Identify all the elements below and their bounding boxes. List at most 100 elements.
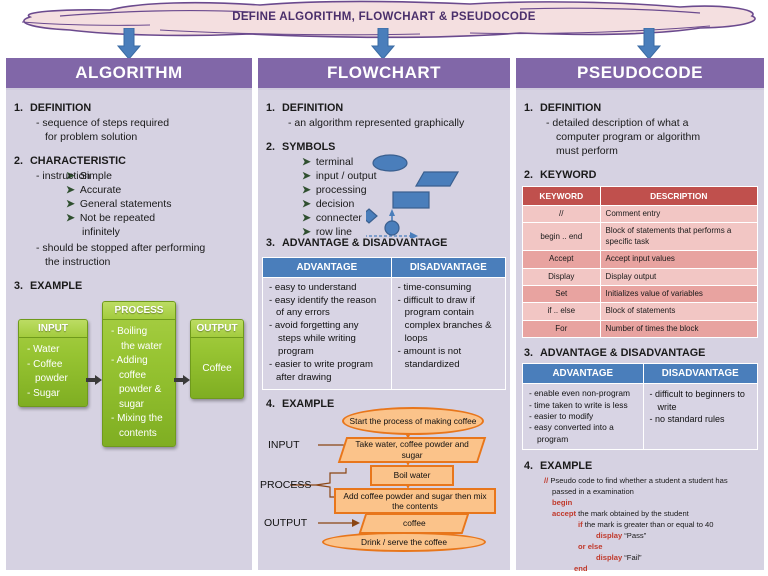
table-header-disadvantage: DISADVANTAGE xyxy=(390,256,507,278)
green-box-output: OUTPUT Coffee xyxy=(190,319,244,400)
flowchart-body: 1. DEFINITION - an algorithm represented … xyxy=(258,90,510,251)
code-line: display “Pass” xyxy=(596,531,647,541)
code-line: display “Fail” xyxy=(596,553,642,563)
row-line-arrow-head xyxy=(410,232,418,239)
algorithm-characteristic-lead: - instruction xyxy=(36,170,91,183)
code-line: passed in a examination xyxy=(552,487,634,497)
pseudocode-section-example: 4. EXAMPLE xyxy=(524,460,593,473)
column-header-flowchart: FLOWCHART xyxy=(258,58,510,90)
keyword-table-header-keyword: KEYWORD xyxy=(522,186,601,207)
list-item: ➤ Accurate xyxy=(66,183,122,196)
flowchart-section-symbols: 2. SYMBOLS xyxy=(266,141,336,154)
green-box-process-caption: PROCESS xyxy=(103,302,175,321)
chevron-right-icon: ➤ xyxy=(302,184,311,197)
table-row: if .. else Block of statements xyxy=(522,302,759,321)
flowchart-label-output: OUTPUT xyxy=(264,517,308,530)
pseudocode-section-definition: 1. DEFINITION xyxy=(524,102,602,114)
green-box-output-caption: OUTPUT xyxy=(191,320,243,339)
table-row: Display Display output xyxy=(522,267,759,287)
algorithm-example-diagram: INPUT - Water - Coffee powder - Sugar PR… xyxy=(6,297,252,497)
arrow-down-algorithm xyxy=(116,28,142,60)
algorithm-section-example: 3. EXAMPLE xyxy=(14,280,83,293)
algorithm-section-characteristic: 2. CHARACTERISTIC xyxy=(14,154,126,167)
pseudocode-section-keyword: 2. KEYWORD xyxy=(524,168,597,181)
flowchart-label-input: INPUT xyxy=(268,439,300,452)
pseudocode-definition-line-3: must perform xyxy=(556,144,618,157)
algorithm-characteristic-tail-1: - should be stopped after performing xyxy=(36,242,206,255)
table-cell-disadvantage: - difficult to beginners to write - no s… xyxy=(642,383,758,451)
flowchart-symbol-glyphs xyxy=(366,154,460,239)
flowchart-node-coffee: coffee xyxy=(358,513,470,535)
flowchart-node-take-water: Take water, coffee powder and sugar xyxy=(337,437,487,464)
flowchart-node-add-coffee: Add coffee powder and sugar then mix the… xyxy=(334,488,496,515)
green-box-process-items: - Boiling the water - Adding coffee powd… xyxy=(111,326,163,439)
column-flowchart: FLOWCHART 1. DEFINITION - an algorithm re… xyxy=(258,58,510,570)
terminal-shape xyxy=(372,154,408,172)
flowchart-node-boil-water: Boil water xyxy=(370,465,454,487)
green-box-input-caption: INPUT xyxy=(19,320,87,339)
page-title: DEFINE ALGORITHM, FLOWCHART & PSEUDOCODE xyxy=(232,11,536,23)
table-cell-disadvantage: - time-consuming - difficult to draw if … xyxy=(390,276,507,391)
table-row: begin .. end Block of statements that pe… xyxy=(522,222,759,252)
column-pseudocode: PSEUDOCODE 1. DEFINITION - detailed descr… xyxy=(516,58,764,573)
pseudocode-example-code: // Pseudo code to find whether a student… xyxy=(538,475,756,574)
table-cell-advantage: - enable even non-program - time taken t… xyxy=(522,383,644,451)
chevron-right-icon: ➤ xyxy=(66,183,75,196)
table-row: Set Initializes value of variables xyxy=(522,285,759,304)
table-row: // Comment entry xyxy=(522,205,759,224)
table-row: Accept Accept input values xyxy=(522,250,759,269)
flowchart-label-process: PROCESS xyxy=(260,479,312,492)
flowchart-example-diagram: INPUT PROCESS OUTPUT Start the process o… xyxy=(258,407,510,553)
chevron-right-icon: ➤ xyxy=(302,156,311,169)
chevron-right-icon: ➤ xyxy=(302,211,311,224)
chevron-right-icon: ➤ xyxy=(66,197,75,210)
code-line: end xyxy=(574,564,588,574)
table-header-advantage: ADVANTAGE xyxy=(262,256,392,278)
list-item: ➤ Not be repeated xyxy=(66,211,156,224)
column-algorithm: ALGORITHM 1. DEFINITION - sequence of ste… xyxy=(6,58,252,570)
column-header-algorithm: ALGORITHM xyxy=(6,58,252,90)
code-line: if the mark is greater than or equal to … xyxy=(578,520,714,530)
green-box-output-items: Coffee xyxy=(202,363,232,375)
pseudocode-definition-line-1: - detailed description of what a xyxy=(546,117,689,130)
flowchart-section-definition: 1. DEFINITION xyxy=(266,102,344,114)
code-line: accept the mark obtained by the student xyxy=(552,509,689,519)
flowchart-advantage-table: ADVANTAGE DISADVANTAGE - easy to underst… xyxy=(262,256,507,391)
code-line: // Pseudo code to find whether a student… xyxy=(544,476,728,486)
algorithm-section-definition: 1. DEFINITION xyxy=(14,102,92,114)
green-box-process: PROCESS - Boiling the water - Adding cof… xyxy=(102,301,176,448)
algorithm-characteristic-tail-2: the instruction xyxy=(45,256,111,269)
table-row: For Number of times the block xyxy=(522,319,759,339)
table-header-advantage: ADVANTAGE xyxy=(522,363,644,385)
process-rect-shape xyxy=(392,191,430,209)
connector-arrow-head xyxy=(389,209,395,217)
flowchart-definition-line-1: - an algorithm represented graphically xyxy=(288,117,465,130)
arrow-down-flowchart xyxy=(370,28,396,60)
table-header-disadvantage: DISADVANTAGE xyxy=(642,363,758,385)
code-line: begin xyxy=(552,498,573,508)
green-box-input-items: - Water - Coffee powder - Sugar xyxy=(27,344,68,399)
pseudocode-definition-line-2: computer program or algorithm xyxy=(556,131,701,144)
algorithm-definition-line-2: for problem solution xyxy=(45,131,138,144)
chevron-right-icon: ➤ xyxy=(302,170,311,183)
decision-diamond-shape xyxy=(366,208,378,225)
parallelogram-shape xyxy=(414,171,460,187)
keyword-table-header-description: DESCRIPTION xyxy=(599,186,759,207)
code-line: or else xyxy=(578,542,603,552)
green-box-input: INPUT - Water - Coffee powder - Sugar xyxy=(18,319,88,408)
list-item-continuation: infinitely xyxy=(82,225,120,238)
connecter-circle-shape xyxy=(384,220,400,236)
chevron-right-icon: ➤ xyxy=(66,211,75,224)
algorithm-definition-line-1: - sequence of steps required xyxy=(36,117,170,130)
pseudocode-body: 1. DEFINITION - detailed description of w… xyxy=(516,90,764,182)
arrow-down-pseudocode xyxy=(636,28,662,60)
chevron-right-icon: ➤ xyxy=(302,197,311,210)
pseudocode-section-adv-dis: 3. ADVANTAGE & DISADVANTAGE xyxy=(524,347,706,360)
algorithm-body: 1. DEFINITION - sequence of steps require… xyxy=(6,90,252,293)
arrow-right-input-process xyxy=(86,375,102,386)
keyword-table: KEYWORD DESCRIPTION // Comment entry beg… xyxy=(522,186,759,339)
arrow-right-process-output xyxy=(174,375,190,386)
pseudocode-advantage-table: ADVANTAGE DISADVANTAGE - enable even non… xyxy=(522,363,758,451)
column-header-pseudocode: PSEUDOCODE xyxy=(516,58,764,90)
chevron-right-icon: ➤ xyxy=(302,225,311,238)
